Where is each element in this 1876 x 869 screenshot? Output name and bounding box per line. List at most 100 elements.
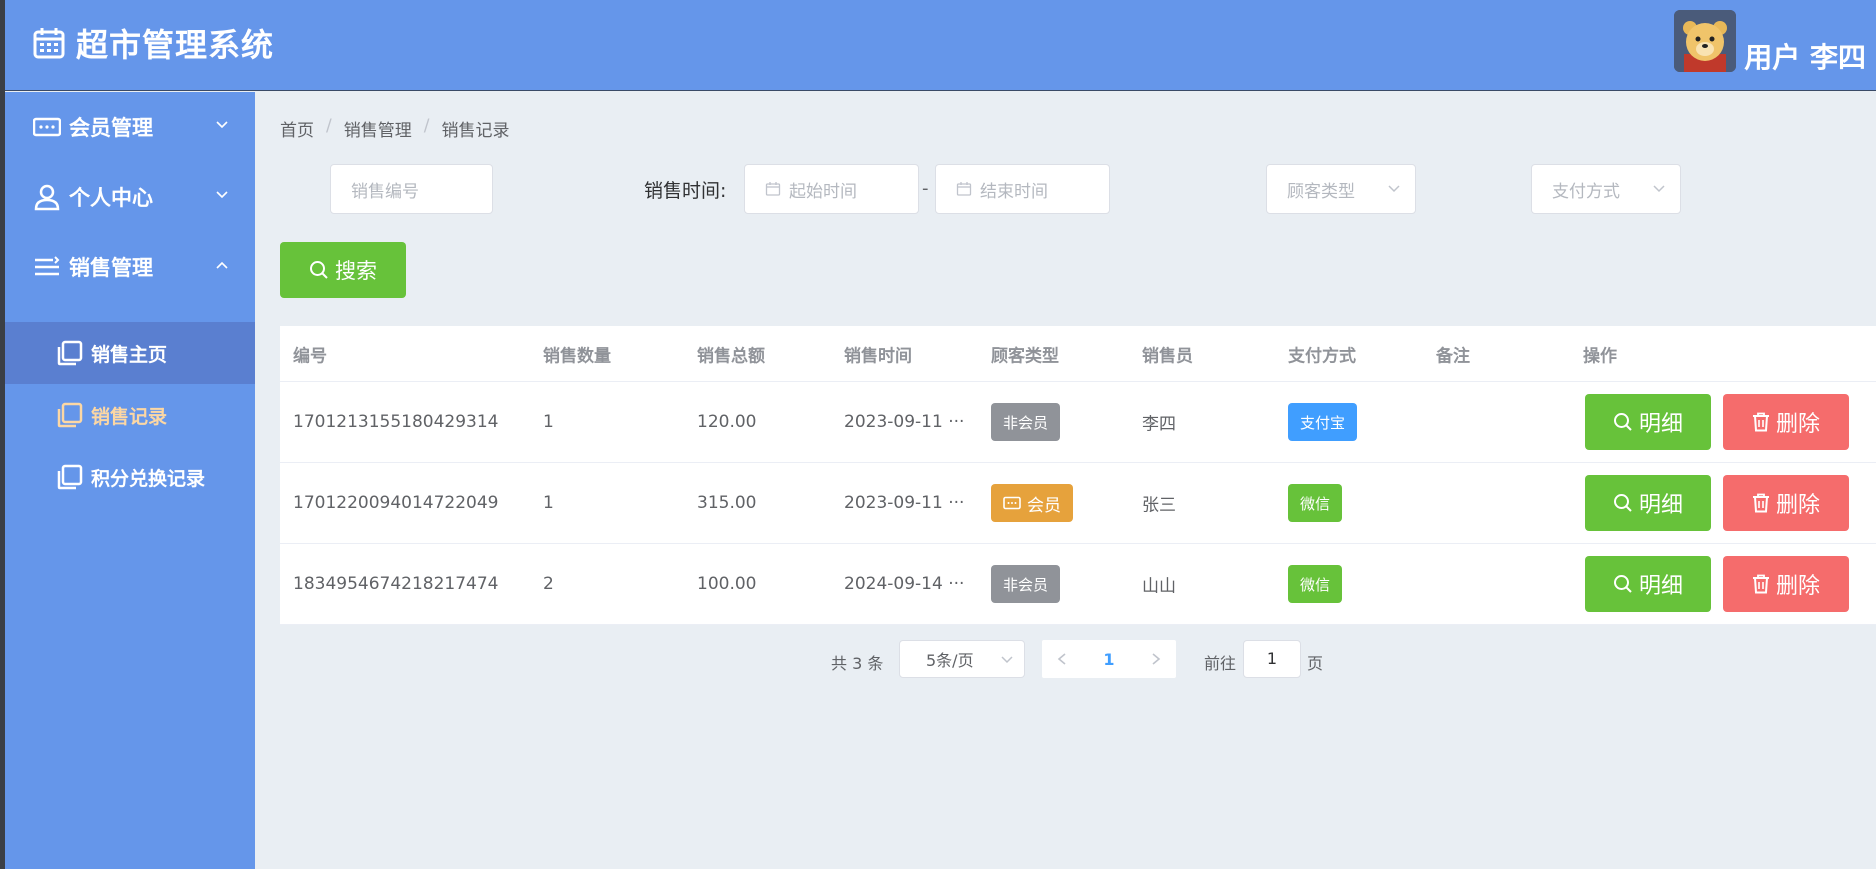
sales-submenu: 销售主页 销售记录 积分兑换记录 bbox=[5, 322, 255, 508]
cell-seller: 李四 bbox=[1142, 414, 1176, 435]
calendar-icon bbox=[956, 182, 972, 196]
column-header: 编号 bbox=[293, 346, 327, 366]
breadcrumb: 首页 / 销售管理 / 销售记录 bbox=[280, 116, 509, 141]
sidebar-item-points-exchange[interactable]: 积分兑换记录 bbox=[5, 446, 255, 508]
sidebar-item-label: 销售记录 bbox=[91, 405, 168, 428]
cell-seller: 山山 bbox=[1142, 576, 1176, 597]
start-time-placeholder: 起始时间 bbox=[789, 181, 857, 202]
payment-badge: 微信 bbox=[1288, 565, 1343, 603]
start-time-input[interactable]: 起始时间 bbox=[744, 164, 919, 214]
sidebar-item-sales-records[interactable]: 销售记录 bbox=[5, 384, 255, 446]
column-header: 操作 bbox=[1583, 346, 1617, 366]
customer-type-badge: 会员 bbox=[991, 484, 1073, 522]
search-icon bbox=[1613, 413, 1632, 431]
customer-type-label: 会员 bbox=[1027, 495, 1061, 516]
trash-icon bbox=[1752, 412, 1769, 432]
pagination-total: 共 3 条 bbox=[831, 654, 884, 673]
chevron-left-icon[interactable] bbox=[1056, 652, 1068, 666]
customer-type-badge: 非会员 bbox=[991, 565, 1061, 603]
trash-icon bbox=[1752, 574, 1769, 594]
search-button-label: 搜索 bbox=[335, 259, 377, 283]
payment-method-select[interactable]: 支付方式 bbox=[1531, 164, 1681, 214]
cell-total: 315.00 bbox=[697, 493, 757, 513]
copy-icon bbox=[57, 340, 83, 366]
cell-seller: 张三 bbox=[1142, 495, 1176, 516]
cell-id: 1701220094014722049 bbox=[293, 493, 499, 513]
sale-id-placeholder: 销售编号 bbox=[351, 181, 419, 202]
user-icon bbox=[34, 184, 60, 211]
table-header: 编号 销售数量 销售总额 销售时间 顾客类型 销售员 支付方式 备注 操作 bbox=[280, 326, 1876, 382]
sidebar-menu-profile[interactable]: 个人中心 bbox=[5, 162, 255, 232]
customer-type-badge: 非会员 bbox=[991, 403, 1061, 441]
list-icon bbox=[35, 256, 60, 276]
column-header: 支付方式 bbox=[1288, 346, 1356, 366]
cell-id: 1834954674218217474 bbox=[293, 574, 499, 594]
search-button[interactable]: 搜索 bbox=[280, 242, 406, 298]
column-header: 销售员 bbox=[1142, 346, 1193, 366]
cell-time: 2023-09-11 ··· bbox=[844, 412, 965, 432]
chevron-right-icon[interactable] bbox=[1150, 652, 1162, 666]
sidebar: 会员管理 个人中心 销售管理 销售主页 销售记录 积分兑换记录 bbox=[5, 92, 255, 869]
detail-button[interactable]: 明细 bbox=[1585, 394, 1711, 450]
sidebar-menu-label: 销售管理 bbox=[69, 256, 153, 280]
sidebar-menu-label: 会员管理 bbox=[69, 116, 153, 140]
range-separator: - bbox=[922, 178, 929, 199]
bear-avatar-icon bbox=[1674, 10, 1737, 72]
sidebar-item-label: 积分兑换记录 bbox=[91, 467, 206, 490]
sidebar-menu-member[interactable]: 会员管理 bbox=[5, 92, 255, 162]
breadcrumb-separator: / bbox=[326, 116, 332, 136]
trash-icon bbox=[1752, 493, 1769, 513]
goto-label: 前往 bbox=[1204, 654, 1237, 673]
table-row: 1834954674218217474 2 100.00 2024-09-14 … bbox=[280, 544, 1876, 625]
main-content: 首页 / 销售管理 / 销售记录 销售编号 销售时间: 起始时间 - 结束时间 … bbox=[255, 92, 1876, 869]
cell-time: 2024-09-14 ··· bbox=[844, 574, 965, 594]
detail-button[interactable]: 明细 bbox=[1585, 475, 1711, 531]
breadcrumb-sales[interactable]: 销售管理 bbox=[344, 116, 412, 141]
end-time-input[interactable]: 结束时间 bbox=[935, 164, 1110, 214]
delete-button[interactable]: 删除 bbox=[1723, 475, 1849, 531]
search-icon bbox=[310, 261, 328, 279]
goto-page-input[interactable]: 1 bbox=[1243, 640, 1301, 678]
customer-type-select[interactable]: 顾客类型 bbox=[1266, 164, 1416, 214]
delete-button-label: 删除 bbox=[1775, 493, 1820, 518]
avatar[interactable] bbox=[1674, 10, 1737, 72]
user-info[interactable]: 用户 李四 bbox=[1674, 10, 1866, 74]
search-icon bbox=[1613, 494, 1632, 512]
detail-button-label: 明细 bbox=[1638, 412, 1683, 437]
page-size-select[interactable]: 5条/页 bbox=[899, 640, 1025, 678]
cell-qty: 1 bbox=[543, 412, 554, 432]
customer-type-placeholder: 顾客类型 bbox=[1287, 181, 1355, 202]
window-edge bbox=[0, 0, 5, 869]
breadcrumb-home[interactable]: 首页 bbox=[280, 116, 314, 141]
detail-button-label: 明细 bbox=[1638, 493, 1683, 518]
page-unit-label: 页 bbox=[1307, 654, 1324, 673]
sidebar-menu-label: 个人中心 bbox=[69, 186, 153, 210]
chevron-down-icon bbox=[1001, 656, 1013, 664]
sale-time-label: 销售时间: bbox=[644, 180, 727, 202]
cell-qty: 2 bbox=[543, 574, 554, 594]
cell-qty: 1 bbox=[543, 493, 554, 513]
sidebar-menu-sales[interactable]: 销售管理 bbox=[5, 232, 255, 302]
detail-button-label: 明细 bbox=[1638, 574, 1683, 599]
payment-method-placeholder: 支付方式 bbox=[1552, 181, 1620, 202]
end-time-placeholder: 结束时间 bbox=[980, 181, 1048, 202]
cell-time: 2023-09-11 ··· bbox=[844, 493, 965, 513]
column-header: 销售数量 bbox=[543, 346, 611, 366]
cell-total: 100.00 bbox=[697, 574, 757, 594]
payment-badge: 支付宝 bbox=[1288, 403, 1358, 441]
detail-button[interactable]: 明细 bbox=[1585, 556, 1711, 612]
column-header: 销售时间 bbox=[844, 346, 912, 366]
column-header: 备注 bbox=[1436, 346, 1470, 366]
delete-button-label: 删除 bbox=[1775, 574, 1820, 599]
payment-badge: 微信 bbox=[1288, 484, 1343, 522]
member-card-icon bbox=[33, 117, 61, 137]
app-title: 超市管理系统 bbox=[76, 26, 275, 64]
delete-button[interactable]: 删除 bbox=[1723, 394, 1849, 450]
copy-icon bbox=[57, 464, 83, 490]
sidebar-item-sales-home[interactable]: 销售主页 bbox=[5, 322, 255, 384]
page-number-current[interactable]: 1 bbox=[1103, 650, 1114, 669]
delete-button[interactable]: 删除 bbox=[1723, 556, 1849, 612]
sales-table: 编号 销售数量 销售总额 销售时间 顾客类型 销售员 支付方式 备注 操作 17… bbox=[280, 326, 1876, 625]
user-name: 用户 李四 bbox=[1744, 41, 1866, 74]
sale-id-input[interactable]: 销售编号 bbox=[330, 164, 493, 214]
